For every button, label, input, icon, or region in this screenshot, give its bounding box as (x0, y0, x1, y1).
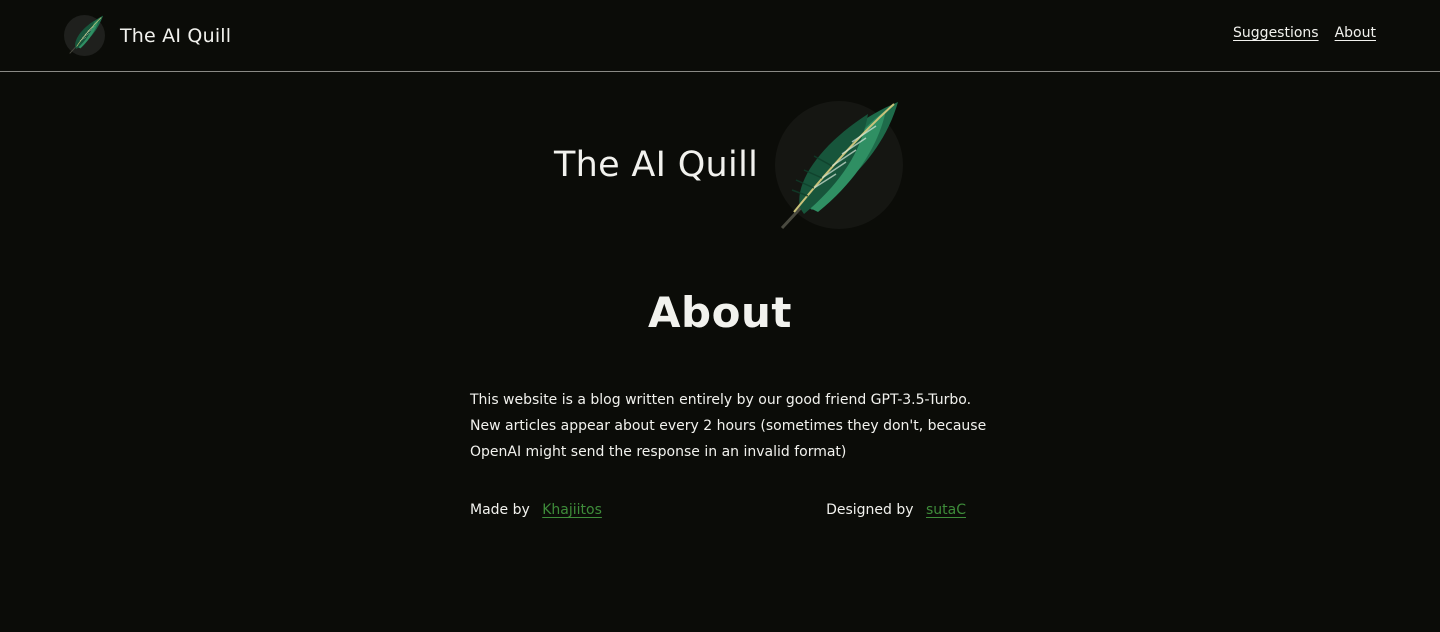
made-by-label: Made by (470, 502, 530, 518)
designed-by-label: Designed by (826, 502, 914, 518)
designed-by-credit: Designed by sutaC (826, 499, 966, 521)
brand-home-link[interactable]: The AI Quill (64, 15, 231, 56)
page-title: About (648, 288, 792, 337)
feather-quill-icon (64, 15, 105, 56)
nav-link-about[interactable]: About (1335, 25, 1376, 41)
brand-name: The AI Quill (120, 24, 232, 47)
made-by-link[interactable]: Khajiitos (542, 502, 602, 518)
main-nav: Suggestions About (1233, 25, 1376, 41)
feather-quill-icon (775, 101, 904, 230)
top-navbar: The AI Quill Suggestions About (0, 0, 1440, 72)
about-description: This website is a blog written entirely … (470, 392, 987, 460)
made-by-credit: Made by Khajiitos (470, 499, 602, 521)
hero-banner: The AI Quill (554, 100, 904, 230)
hero-title: The AI Quill (554, 145, 759, 185)
credits-row: Made by Khajiitos Designed by sutaC (470, 499, 966, 521)
nav-link-suggestions[interactable]: Suggestions (1233, 25, 1319, 41)
designed-by-link[interactable]: sutaC (926, 502, 966, 518)
